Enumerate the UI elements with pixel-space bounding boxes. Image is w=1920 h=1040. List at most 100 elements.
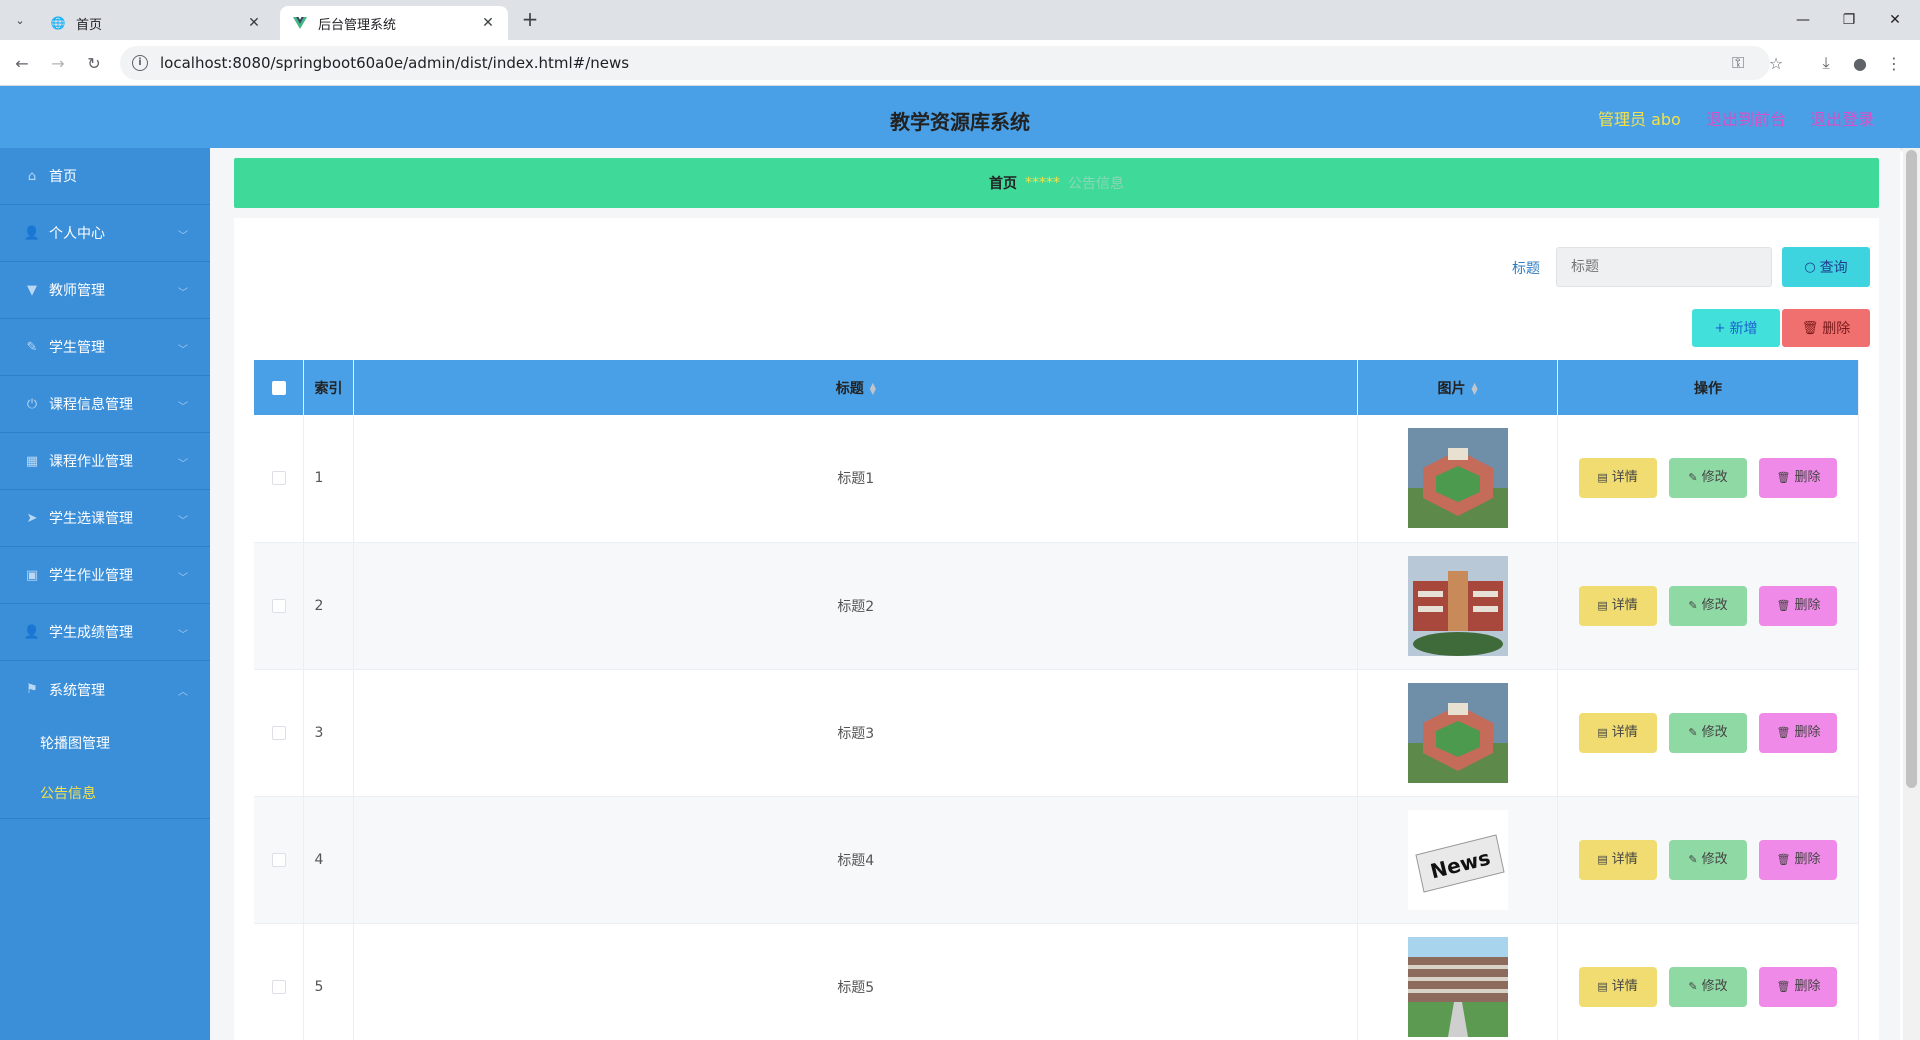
detail-button[interactable]: ▤ 详情 <box>1578 966 1657 1007</box>
breadcrumb-home[interactable]: 首页 <box>989 173 1017 193</box>
tab-title: 首页 <box>76 17 103 33</box>
delete-label: 删除 <box>1794 597 1821 613</box>
detail-button[interactable]: ▤ 详情 <box>1578 839 1657 880</box>
chevron-down-icon: ﹀ <box>178 345 188 356</box>
sidebar-subitem-carousel[interactable]: 轮播图管理 <box>0 718 210 768</box>
main-content: 首页 ***** 公告信息 标题 ○ 查询 + 新增 🗑 删除 索引 标题 ▲▼ <box>210 148 1900 1040</box>
logout-link[interactable]: 退出登录 <box>1810 106 1874 130</box>
edit-label: 修改 <box>1701 724 1728 740</box>
search-label: 标题 <box>1512 261 1540 277</box>
row-check-cell <box>254 923 305 1040</box>
reload-icon[interactable]: ↻ <box>80 49 108 77</box>
table-row: 1 标题1 ▤ 详情 ✎ 修改 🗑 删除 <box>254 415 1859 543</box>
back-arrow-icon[interactable]: ← <box>8 49 36 77</box>
detail-button[interactable]: ▤ 详情 <box>1578 585 1657 626</box>
chevron-down-icon: ﹀ <box>178 516 188 527</box>
sidebar-item-course-selection[interactable]: ➤ 学生选课管理 ﹀ <box>0 490 210 547</box>
sidebar-item-label: 教师管理 <box>49 283 105 299</box>
sidebar-item-label: 学生管理 <box>49 340 105 356</box>
batch-delete-button[interactable]: 🗑 删除 <box>1782 309 1870 347</box>
delete-label: 删除 <box>1794 724 1821 740</box>
chevron-down-icon: ﹀ <box>178 459 188 470</box>
sidebar-item-teachers[interactable]: ▼ 教师管理 ﹀ <box>0 262 210 319</box>
row-ops: ▤ 详情 ✎ 修改 🗑 删除 <box>1557 796 1859 924</box>
password-key-icon[interactable]: ⚿ <box>1732 53 1744 73</box>
detail-button[interactable]: ▤ 详情 <box>1578 458 1657 499</box>
header-title[interactable]: 标题 ▲ ▼ <box>353 360 1359 415</box>
row-check-cell <box>254 542 305 670</box>
tab-search-chevron-icon[interactable]: ⌄ <box>8 8 32 32</box>
sidebar-subitem-announcements[interactable]: 公告信息 <box>0 768 210 818</box>
row-title: 标题5 <box>353 923 1359 1040</box>
site-info-icon[interactable]: i <box>132 55 148 71</box>
delete-button[interactable]: 🗑 删除 <box>1759 966 1838 1007</box>
row-checkbox[interactable] <box>271 979 286 994</box>
sidebar-item-course-homework[interactable]: ▦ 课程作业管理 ﹀ <box>0 433 210 490</box>
sort-caret-icon[interactable]: ▲ ▼ <box>870 381 876 395</box>
table-row: 2 标题2 ▤ 详情 ✎ 修改 🗑 删除 <box>254 542 1859 670</box>
breadcrumb-current: 公告信息 <box>1068 176 1124 192</box>
detail-button[interactable]: ▤ 详情 <box>1578 712 1657 753</box>
document-icon: ▤ <box>1597 471 1608 485</box>
pencil-icon: ✎ <box>1688 725 1698 739</box>
browser-toolbar: ← → ↻ i localhost:8080/springboot60a0e/a… <box>0 40 1920 86</box>
row-checkbox[interactable] <box>271 598 286 613</box>
delete-button[interactable]: 🗑 删除 <box>1759 839 1838 880</box>
row-checkbox[interactable] <box>271 471 286 486</box>
add-button[interactable]: + 新增 <box>1692 309 1780 347</box>
edit-button[interactable]: ✎ 修改 <box>1669 839 1748 880</box>
edit-button[interactable]: ✎ 修改 <box>1669 585 1748 626</box>
browser-tab-bar: ⌄ 🌐 首页 ✕ 后台管理系统 ✕ + — ❐ ✕ <box>0 0 1920 40</box>
profile-avatar-icon[interactable]: ● <box>1846 49 1874 77</box>
forward-arrow-icon[interactable]: → <box>44 49 72 77</box>
sidebar-item-home[interactable]: ⌂ 首页 <box>0 148 210 205</box>
school-building-photo[interactable] <box>1407 682 1508 783</box>
edit-button[interactable]: ✎ 修改 <box>1669 458 1748 499</box>
header-ops: 操作 <box>1557 360 1859 415</box>
teacher-icon: ▼ <box>27 282 37 298</box>
sort-caret-icon[interactable]: ▲ ▼ <box>1471 381 1477 395</box>
header-image[interactable]: 图片 ▲ ▼ <box>1357 360 1559 415</box>
scrollbar-thumb[interactable] <box>1906 150 1917 788</box>
sidebar-item-system[interactable]: ⚑ 系统管理 ︿ <box>0 661 210 718</box>
trash-icon: 🗑 <box>1776 598 1791 612</box>
grid-icon: ▦ <box>25 453 39 469</box>
bookmark-star-icon[interactable]: ☆ <box>1762 49 1790 77</box>
sidebar-item-students[interactable]: ✎ 学生管理 ﹀ <box>0 319 210 376</box>
title-search-input[interactable] <box>1556 247 1772 287</box>
sidebar-item-student-homework[interactable]: ▣ 学生作业管理 ﹀ <box>0 547 210 604</box>
sidebar-item-profile[interactable]: 👤 个人中心 ﹀ <box>0 205 210 262</box>
row-checkbox[interactable] <box>271 852 286 867</box>
query-button[interactable]: ○ 查询 <box>1782 247 1870 287</box>
new-tab-plus-icon[interactable]: + <box>518 8 542 32</box>
download-icon[interactable]: ⤓ <box>1812 49 1840 77</box>
query-button-label: 查询 <box>1819 260 1848 276</box>
system-submenu: 轮播图管理 公告信息 <box>0 718 210 819</box>
tab-close-icon[interactable]: ✕ <box>246 15 262 31</box>
edit-button[interactable]: ✎ 修改 <box>1669 966 1748 1007</box>
edit-button[interactable]: ✎ 修改 <box>1669 712 1748 753</box>
tab-close-icon[interactable]: ✕ <box>480 15 496 31</box>
page-scrollbar[interactable] <box>1903 148 1920 1040</box>
campus-courtyard-photo[interactable] <box>1407 936 1508 1037</box>
browser-menu-icon[interactable]: ⋮ <box>1880 49 1908 77</box>
news-newspaper-photo[interactable]: News <box>1407 809 1508 910</box>
campus-gate-photo[interactable] <box>1407 555 1508 656</box>
browser-tab-admin[interactable]: 后台管理系统 ✕ <box>280 6 508 40</box>
add-button-label: 新增 <box>1729 321 1758 337</box>
school-building-photo[interactable] <box>1407 428 1508 529</box>
restore-icon[interactable]: ❐ <box>1826 0 1872 40</box>
exit-to-frontend-link[interactable]: 退出到前台 <box>1706 106 1786 130</box>
delete-button[interactable]: 🗑 删除 <box>1759 585 1838 626</box>
trash-icon: 🗑 <box>1776 979 1791 993</box>
row-checkbox[interactable] <box>271 725 286 740</box>
window-close-icon[interactable]: ✕ <box>1872 0 1918 40</box>
sidebar-item-grades[interactable]: 👤 学生成绩管理 ﹀ <box>0 604 210 661</box>
browser-tab-home[interactable]: 🌐 首页 ✕ <box>38 6 274 40</box>
sidebar-item-course-info[interactable]: ⏻ 课程信息管理 ﹀ <box>0 376 210 433</box>
minimize-icon[interactable]: — <box>1780 0 1826 40</box>
select-all-checkbox[interactable] <box>271 380 286 395</box>
delete-button[interactable]: 🗑 删除 <box>1759 458 1838 499</box>
delete-button[interactable]: 🗑 删除 <box>1759 712 1838 753</box>
address-bar[interactable]: i localhost:8080/springboot60a0e/admin/d… <box>120 46 1770 80</box>
